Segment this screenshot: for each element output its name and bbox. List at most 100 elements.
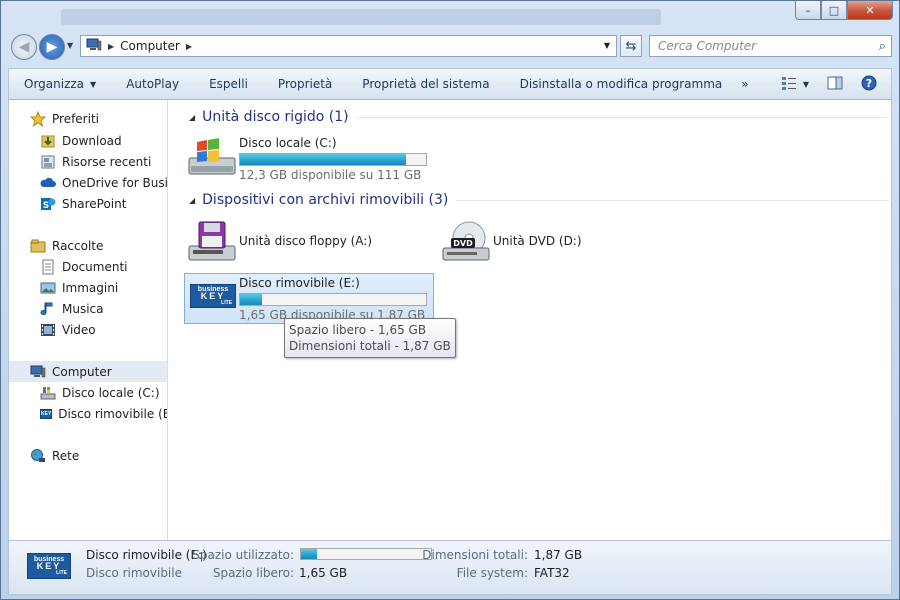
details-fs-value: FAT32 (534, 566, 570, 580)
drives-view: ◢ Unità disco rigido (1) Disco locale (C… (169, 100, 891, 540)
sidebar-item-onedrive[interactable]: OneDrive for Business (9, 172, 168, 193)
drive-name: Disco rimovibile (E:) (239, 276, 360, 290)
sidebar-item-computer[interactable]: Computer (9, 361, 167, 382)
group-divider (456, 199, 889, 201)
forward-button[interactable]: ▶ (39, 34, 65, 60)
drive-name: Disco locale (C:) (239, 136, 337, 150)
computer-icon (86, 38, 102, 55)
drive-item-dvd-d[interactable]: DVD Unità DVD (D:) (439, 218, 689, 266)
sidebar-item-label: SharePoint (62, 196, 127, 211)
sidebar-item-video[interactable]: Video (9, 319, 167, 340)
libraries-icon (30, 238, 46, 254)
sidebar-item-label: Disco rimovibile (E:) (58, 406, 168, 421)
sidebar-item-label: Musica (62, 301, 104, 316)
details-usage-fill (301, 549, 317, 559)
sidebar-item-removable-disk[interactable]: KEY Disco rimovibile (E:) (9, 403, 168, 424)
preview-pane-icon (827, 76, 843, 93)
title-bar[interactable]: – □ ✕ (1, 1, 899, 29)
back-button[interactable]: ◀ (11, 34, 37, 60)
chevron-down-icon: ▼ (90, 79, 97, 89)
hard-drive-icon (40, 385, 56, 401)
maximize-button[interactable]: □ (821, 1, 847, 20)
collapse-triangle-icon[interactable]: ◢ (189, 113, 195, 122)
aero-blur-region (61, 9, 661, 25)
more-commands-button[interactable]: » (737, 69, 752, 99)
eject-button[interactable]: Espelli (194, 69, 263, 99)
drive-item-floppy-a[interactable]: Unità disco floppy (A:) (185, 218, 435, 266)
group-header-hard-drives[interactable]: ◢ Unità disco rigido (1) (189, 109, 889, 125)
drive-name: Unità DVD (D:) (493, 234, 582, 248)
organize-label: Organizza (24, 77, 85, 91)
sidebar-item-label: Rete (52, 448, 80, 463)
business-key-logo: business KEY LITE (27, 553, 71, 579)
sidebar-item-download[interactable]: Download (9, 130, 167, 151)
music-note-icon (40, 301, 56, 317)
properties-button[interactable]: Proprietà (263, 69, 347, 99)
business-key-logo-icon: KEY (40, 408, 53, 419)
business-key-drive-icon: business KEY LITE (187, 276, 239, 316)
sidebar-item-label: Raccolte (52, 238, 104, 253)
drive-name: Unità disco floppy (A:) (239, 234, 373, 248)
drive-usage-bar (239, 293, 427, 306)
breadcrumb-chevron-icon[interactable]: ▶ (186, 42, 192, 51)
drive-tooltip: Spazio libero - 1,65 GB Dimensioni total… (284, 318, 456, 358)
onedrive-cloud-icon (40, 175, 56, 191)
sidebar-item-label: Video (62, 322, 96, 337)
sidebar-item-label: OneDrive for Business (62, 175, 168, 190)
refresh-button[interactable]: ⇆ (620, 35, 642, 57)
close-button[interactable]: ✕ (847, 1, 893, 20)
breadcrumb-computer[interactable]: Computer (120, 39, 180, 53)
breadcrumb-chevron-icon[interactable]: ▶ (108, 42, 114, 51)
organize-menu[interactable]: Organizza ▼ (9, 69, 111, 99)
drive-item-local-c[interactable]: Disco locale (C:) 12,3 GB disponibile su… (185, 134, 435, 184)
business-key-logo: business KEY LITE (190, 284, 236, 308)
sidebar-item-documents[interactable]: Documenti (9, 256, 167, 277)
sidebar-item-label: Download (62, 133, 122, 148)
explorer-window: – □ ✕ ◀ ▶ ▼ ▶ Computer ▶ ▼ ⇆ Cerca Compu… (0, 0, 900, 600)
sidebar-item-sharepoint[interactable]: S SharePoint (9, 193, 167, 214)
sidebar-item-music[interactable]: Musica (9, 298, 167, 319)
sidebar-item-label: Risorse recenti (62, 154, 152, 169)
windows-hard-drive-icon (187, 136, 239, 176)
caption-buttons: – □ ✕ (795, 1, 893, 20)
dvd-drive-icon: DVD (441, 220, 493, 261)
search-input[interactable]: Cerca Computer ⌕ (649, 35, 892, 57)
sidebar-item-pictures[interactable]: Immagini (9, 277, 167, 298)
pictures-icon (40, 280, 56, 296)
sidebar-item-recent[interactable]: Risorse recenti (9, 151, 167, 172)
details-usage-bar (300, 548, 432, 560)
documents-icon (40, 259, 56, 275)
autoplay-button[interactable]: AutoPlay (111, 69, 194, 99)
uninstall-program-button[interactable]: Disinstalla o modifica programma (505, 69, 738, 99)
details-total-value: 1,87 GB (534, 548, 583, 562)
sidebar-item-label: Computer (52, 364, 112, 379)
system-properties-button[interactable]: Proprietà del sistema (347, 69, 504, 99)
drive-usage-fill (240, 154, 406, 165)
view-options-button[interactable]: ▼ (775, 69, 815, 99)
tooltip-total-size: Dimensioni totali - 1,87 GB (289, 339, 451, 353)
recent-places-icon (40, 154, 56, 170)
address-bar[interactable]: ▶ Computer ▶ ▼ (80, 35, 617, 57)
group-header-removable[interactable]: ◢ Dispositivi con archivi rimovibili (3) (189, 192, 889, 208)
minimize-button[interactable]: – (795, 1, 821, 20)
preview-pane-button[interactable] (815, 69, 855, 99)
collapse-triangle-icon[interactable]: ◢ (189, 196, 195, 205)
drive-space-text: 12,3 GB disponibile su 111 GB (239, 168, 422, 182)
sidebar-item-network[interactable]: Rete (9, 445, 167, 466)
help-button[interactable]: ? (855, 69, 891, 99)
search-icon[interactable]: ⌕ (879, 39, 886, 54)
sidebar-item-local-disk[interactable]: Disco locale (C:) (9, 382, 167, 403)
drive-item-removable-e[interactable]: business KEY LITE Disco rimovibile (E:) … (184, 273, 434, 324)
drive-info: Disco locale (C:) 12,3 GB disponibile su… (239, 136, 427, 182)
sidebar-item-favorites[interactable]: Preferiti (9, 108, 167, 129)
navigation-bar: ◀ ▶ ▼ ▶ Computer ▶ ▼ ⇆ Cerca Computer ⌕ (1, 29, 899, 63)
group-divider (356, 116, 889, 118)
sidebar-item-label: Preferiti (52, 111, 99, 126)
address-dropdown-icon[interactable]: ▼ (604, 41, 610, 50)
recent-pages-dropdown[interactable]: ▼ (67, 41, 73, 50)
download-folder-icon (40, 133, 56, 149)
dvd-badge-text: DVD (453, 239, 473, 248)
details-free-label: Spazio libero: (212, 566, 294, 580)
sidebar-item-label: Disco locale (C:) (62, 385, 160, 400)
sidebar-item-libraries[interactable]: Raccolte (9, 235, 167, 256)
